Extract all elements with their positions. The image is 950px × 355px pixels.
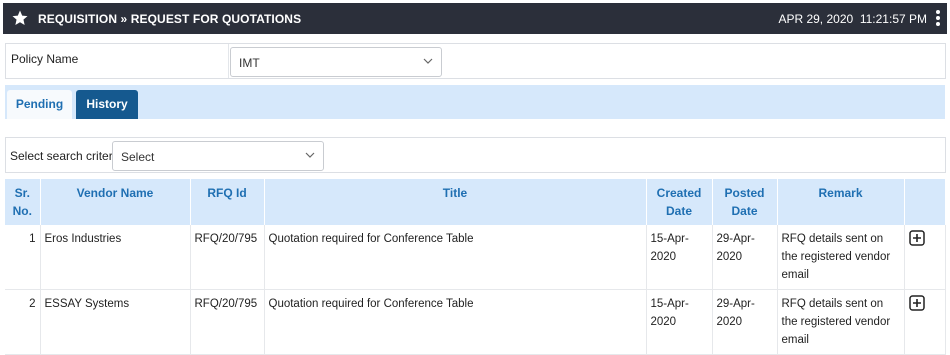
chevron-down-icon xyxy=(423,58,433,64)
tab-pending[interactable]: Pending xyxy=(7,90,72,119)
search-criteria-label: Select search criteria: xyxy=(10,149,126,163)
policy-select[interactable]: IMT xyxy=(230,47,442,77)
cell-rfq-id: RFQ/20/795 xyxy=(190,225,265,290)
expand-plus-icon[interactable] xyxy=(908,230,925,246)
col-sr-no[interactable]: Sr. No. xyxy=(5,179,41,225)
cell-created-date: 15-Apr-2020 xyxy=(646,289,713,355)
search-criteria-value: Select xyxy=(121,150,155,164)
policy-name-label: Policy Name xyxy=(11,52,79,66)
current-date: APR 29, 2020 xyxy=(778,12,854,26)
tab-history[interactable]: History xyxy=(76,90,138,119)
current-time: 11:21:57 PM xyxy=(859,12,927,26)
kebab-menu-icon[interactable] xyxy=(935,10,941,28)
cell-remark: RFQ details sent on the registered vendo… xyxy=(777,289,905,355)
col-actions xyxy=(904,179,946,225)
table-row: 1 Eros Industries RFQ/20/795 Quotation r… xyxy=(5,225,946,290)
date-time: APR 29, 2020 11:21:57 PM xyxy=(778,12,927,26)
col-created-date[interactable]: Created Date xyxy=(646,179,713,225)
col-rfq-id[interactable]: RFQ Id xyxy=(190,179,265,225)
chevron-down-icon xyxy=(305,152,315,158)
cell-vendor: ESSAY Systems xyxy=(40,289,191,355)
cell-posted-date: 29-Apr-2020 xyxy=(712,225,778,290)
cell-remark: RFQ details sent on the registered vendo… xyxy=(777,225,905,290)
page-title: REQUISITION » REQUEST FOR QUOTATIONS xyxy=(38,12,302,26)
col-posted-date[interactable]: Posted Date xyxy=(712,179,778,225)
cell-actions xyxy=(904,225,946,290)
star-icon[interactable] xyxy=(11,9,29,27)
cell-sr: 2 xyxy=(5,289,41,355)
rfq-table: Sr. No. Vendor Name RFQ Id Title Created… xyxy=(5,179,946,355)
cell-actions xyxy=(904,289,946,355)
search-criteria-row: Select search criteria: Select xyxy=(5,137,946,173)
table-row: 2 ESSAY Systems RFQ/20/795 Quotation req… xyxy=(5,289,946,355)
cell-vendor: Eros Industries xyxy=(40,225,191,290)
cell-posted-date: 29-Apr-2020 xyxy=(712,289,778,355)
cell-created-date: 15-Apr-2020 xyxy=(646,225,713,290)
policy-row: Policy Name IMT xyxy=(5,43,946,79)
divider xyxy=(228,44,229,78)
top-bar: REQUISITION » REQUEST FOR QUOTATIONS APR… xyxy=(3,3,947,34)
search-criteria-select[interactable]: Select xyxy=(112,141,324,171)
cell-title: Quotation required for Conference Table xyxy=(264,225,647,290)
tab-bar: Pending History xyxy=(5,85,945,119)
policy-select-value: IMT xyxy=(239,56,260,70)
cell-rfq-id: RFQ/20/795 xyxy=(190,289,265,355)
col-vendor-name[interactable]: Vendor Name xyxy=(40,179,191,225)
cell-title: Quotation required for Conference Table xyxy=(264,289,647,355)
col-title[interactable]: Title xyxy=(264,179,647,225)
col-remark[interactable]: Remark xyxy=(777,179,905,225)
expand-plus-icon[interactable] xyxy=(908,295,925,311)
table-header-row: Sr. No. Vendor Name RFQ Id Title Created… xyxy=(5,179,946,225)
cell-sr: 1 xyxy=(5,225,41,290)
